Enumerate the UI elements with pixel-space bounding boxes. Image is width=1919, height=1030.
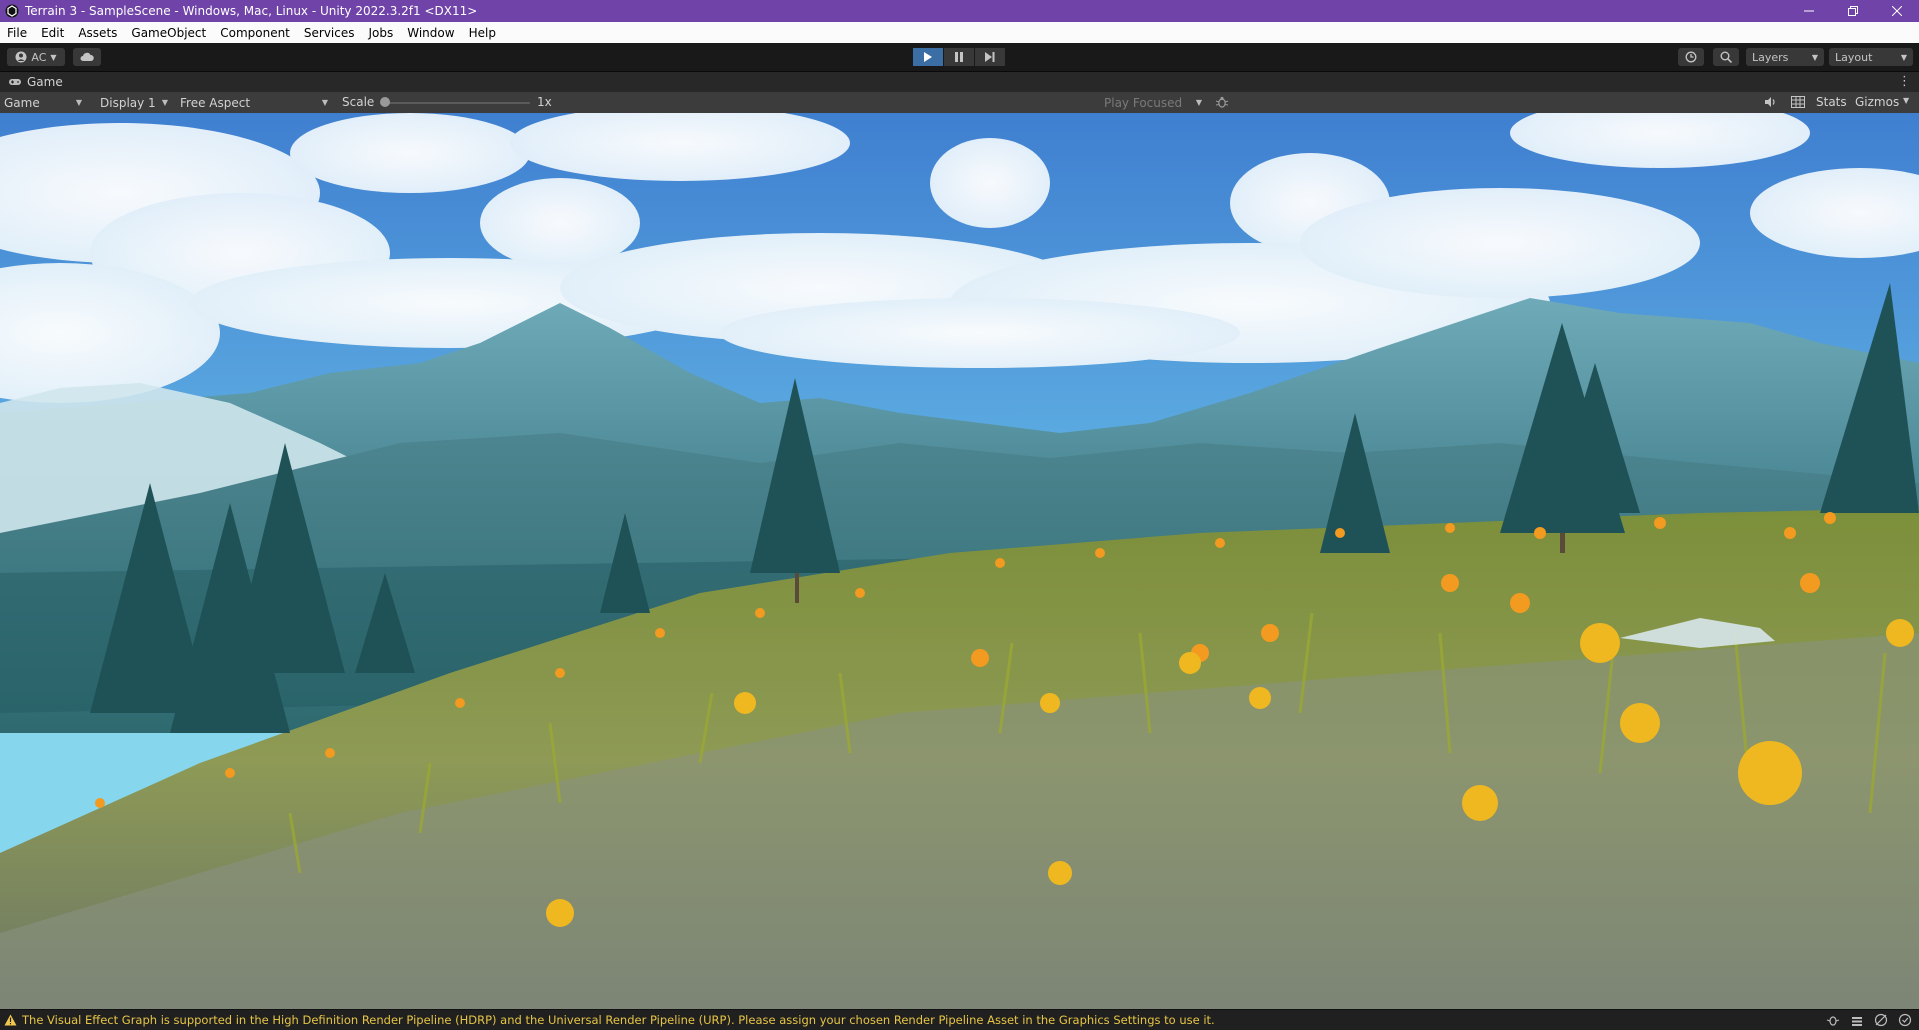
debug-icon (1826, 1016, 1840, 1026)
layout-dropdown[interactable]: Layout ▼ (1829, 48, 1913, 66)
aspect-label: Free Aspect (180, 95, 251, 110)
menu-gameobject[interactable]: GameObject (124, 26, 213, 40)
display-label: Display 1 (100, 95, 156, 110)
search-icon (1720, 51, 1732, 63)
cloud-button[interactable] (73, 48, 101, 66)
unity-logo-icon (5, 4, 19, 18)
view-type-label: Game (4, 95, 40, 110)
play-icon (924, 52, 932, 62)
no-network-icon (1874, 1013, 1888, 1027)
minimize-icon (1804, 10, 1814, 12)
layout-label: Layout (1835, 50, 1873, 64)
cloud-icon (80, 52, 94, 61)
game-tab-bar: Game ⋮ (0, 72, 1919, 92)
menu-assets[interactable]: Assets (71, 26, 124, 40)
chevron-down-icon: ▼ (321, 98, 328, 107)
chevron-down-icon: ▼ (75, 98, 82, 107)
view-type-dropdown[interactable]: Game ▼ (0, 93, 88, 112)
menu-window[interactable]: Window (400, 26, 461, 40)
pause-icon (955, 52, 963, 62)
gizmos-button[interactable]: Gizmos (1855, 95, 1899, 109)
check-circle-icon (1898, 1013, 1912, 1027)
step-button[interactable] (975, 48, 1005, 66)
network-status-button[interactable] (1873, 1012, 1889, 1028)
play-focused-label: Play Focused (1104, 95, 1183, 110)
play-button[interactable] (913, 48, 943, 66)
console-message[interactable]: The Visual Effect Graph is supported in … (22, 1013, 1215, 1027)
check-button[interactable] (1897, 1012, 1913, 1028)
stats-grid-button[interactable] (1791, 96, 1805, 111)
tab-game-label: Game (27, 75, 63, 89)
pause-button[interactable] (944, 48, 974, 66)
restore-icon (1848, 6, 1858, 16)
menu-file[interactable]: File (0, 26, 34, 40)
grid-icon (1791, 96, 1805, 108)
chevron-down-icon: ▼ (161, 98, 168, 107)
speaker-icon (1765, 97, 1775, 107)
window-title-bar: Terrain 3 - SampleScene - Windows, Mac, … (0, 0, 1919, 22)
menu-help[interactable]: Help (462, 26, 503, 40)
menu-services[interactable]: Services (297, 26, 362, 40)
chevron-down-icon[interactable]: ▼ (1903, 96, 1909, 105)
tab-game[interactable]: Game (0, 75, 63, 89)
layers-stack-icon (1852, 1017, 1862, 1026)
account-label: AC (31, 50, 47, 64)
aspect-dropdown[interactable]: Free Aspect ▼ (176, 93, 334, 112)
scale-slider-track[interactable] (384, 102, 530, 104)
close-icon (1892, 6, 1902, 16)
game-viewport[interactable] (0, 113, 1919, 1009)
main-toolbar: AC ▼ Layers ▼ Layout ▼ (0, 43, 1919, 72)
layers-stack-button[interactable] (1849, 1012, 1865, 1028)
status-bar: The Visual Effect Graph is supported in … (0, 1009, 1919, 1030)
chevron-down-icon: ▼ (1811, 52, 1818, 62)
debug-button[interactable] (1825, 1012, 1841, 1028)
more-options-icon[interactable]: ⋮ (1898, 74, 1911, 89)
layers-dropdown[interactable]: Layers ▼ (1746, 48, 1824, 66)
close-button[interactable] (1875, 0, 1919, 22)
display-dropdown[interactable]: Display 1 ▼ (96, 93, 174, 112)
history-icon (1685, 51, 1697, 63)
account-dropdown[interactable]: AC ▼ (7, 48, 65, 66)
chevron-down-icon: ▼ (1900, 52, 1907, 62)
stats-button[interactable]: Stats (1816, 95, 1847, 109)
window-title: Terrain 3 - SampleScene - Windows, Mac, … (25, 4, 478, 18)
scale-label: Scale (342, 95, 375, 109)
mute-audio-button[interactable] (1764, 96, 1777, 111)
scale-slider-handle[interactable] (380, 97, 390, 107)
gamepad-icon (9, 79, 21, 85)
warning-icon (4, 1014, 17, 1026)
chevron-down-icon: ▼ (1195, 98, 1202, 107)
layers-label: Layers (1752, 50, 1789, 64)
account-icon (15, 51, 27, 63)
bug-button[interactable] (1215, 95, 1229, 112)
restore-button[interactable] (1831, 0, 1875, 22)
menu-jobs[interactable]: Jobs (362, 26, 401, 40)
menu-edit[interactable]: Edit (34, 26, 71, 40)
search-button[interactable] (1713, 48, 1739, 66)
scale-value: 1x (537, 95, 552, 109)
bug-icon (1215, 96, 1229, 108)
menu-component[interactable]: Component (213, 26, 297, 40)
step-icon (985, 52, 995, 62)
game-render-image (0, 113, 1919, 1009)
game-view-controls: Game ▼ Display 1 ▼ Free Aspect ▼ Scale 1… (0, 92, 1919, 114)
chevron-down-icon: ▼ (50, 52, 57, 62)
minimize-button[interactable] (1787, 0, 1831, 22)
history-button[interactable] (1678, 48, 1704, 66)
menu-bar: File Edit Assets GameObject Component Se… (0, 22, 1919, 43)
play-focused-dropdown[interactable]: Play Focused ▼ (1100, 93, 1208, 112)
